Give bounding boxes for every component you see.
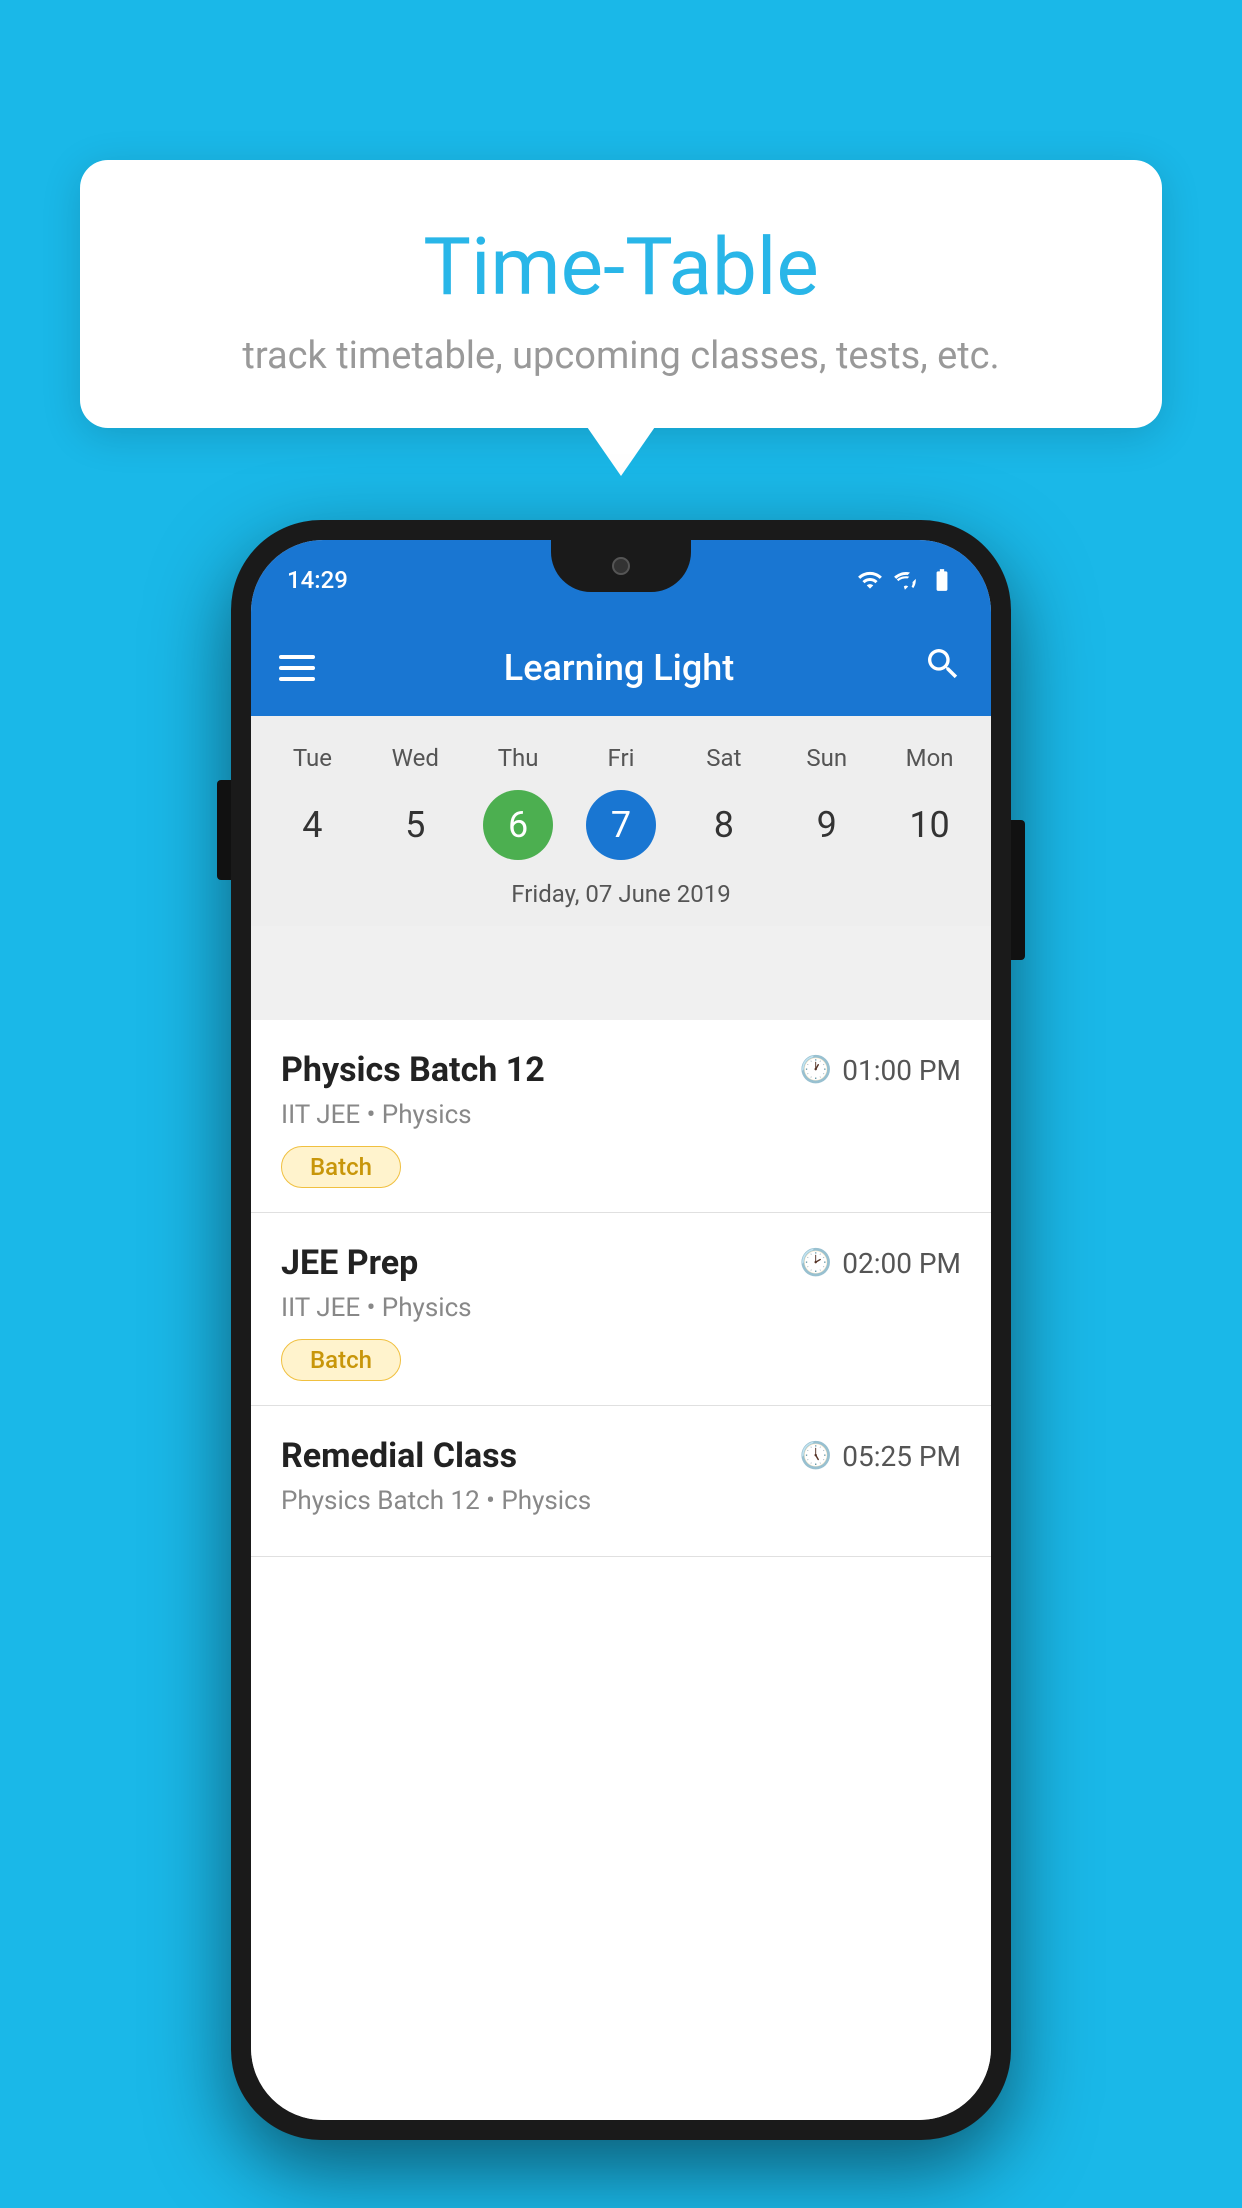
- day-numbers: 4 5 6 7 8 9 10: [261, 790, 981, 860]
- status-bar: 14:29: [251, 540, 991, 620]
- date-4[interactable]: 4: [277, 790, 347, 860]
- app-title: Learning Light: [339, 647, 899, 689]
- date-10[interactable]: 10: [895, 790, 965, 860]
- item-3-title: Remedial Class: [281, 1436, 517, 1476]
- status-icons: [857, 567, 955, 593]
- tooltip-subtitle: track timetable, upcoming classes, tests…: [140, 334, 1102, 378]
- search-button[interactable]: [923, 644, 963, 693]
- item-1-subtitle: IIT JEE • Physics: [281, 1100, 961, 1130]
- item-3-subtitle: Physics Batch 12 • Physics: [281, 1486, 961, 1516]
- day-thu: Thu: [467, 736, 570, 780]
- signal-icon: [893, 567, 919, 593]
- menu-button[interactable]: [279, 655, 315, 681]
- item-2-subtitle: IIT JEE • Physics: [281, 1293, 961, 1323]
- camera: [612, 557, 630, 575]
- schedule-item-1[interactable]: Physics Batch 12 🕐 01:00 PM IIT JEE • Ph…: [251, 1020, 991, 1213]
- clock-icon-2: 🕑: [800, 1248, 832, 1278]
- battery-icon: [929, 567, 955, 593]
- item-1-header: Physics Batch 12 🕐 01:00 PM: [281, 1050, 961, 1090]
- item-3-time: 🕔 05:25 PM: [800, 1440, 961, 1473]
- phone-outer: 14:29 Learning Light: [231, 520, 1011, 2140]
- day-sat: Sat: [672, 736, 775, 780]
- date-9[interactable]: 9: [792, 790, 862, 860]
- schedule-list: Physics Batch 12 🕐 01:00 PM IIT JEE • Ph…: [251, 1020, 991, 2120]
- item-1-badge: Batch: [281, 1146, 401, 1188]
- item-3-header: Remedial Class 🕔 05:25 PM: [281, 1436, 961, 1476]
- item-1-time: 🕐 01:00 PM: [800, 1054, 961, 1087]
- app-bar: Learning Light: [251, 620, 991, 716]
- day-wed: Wed: [364, 736, 467, 780]
- day-fri: Fri: [570, 736, 673, 780]
- item-2-badge: Batch: [281, 1339, 401, 1381]
- day-sun: Sun: [775, 736, 878, 780]
- day-mon: Mon: [878, 736, 981, 780]
- date-5[interactable]: 5: [380, 790, 450, 860]
- phone-screen: 14:29 Learning Light: [251, 540, 991, 2120]
- phone-mockup: 14:29 Learning Light: [231, 520, 1011, 2140]
- date-7-selected[interactable]: 7: [586, 790, 656, 860]
- wifi-icon: [857, 567, 883, 593]
- item-1-title: Physics Batch 12: [281, 1050, 545, 1090]
- tooltip-title: Time-Table: [140, 220, 1102, 314]
- clock-icon-1: 🕐: [800, 1055, 832, 1085]
- tooltip-card: Time-Table track timetable, upcoming cla…: [80, 160, 1162, 428]
- calendar: Tue Wed Thu Fri Sat Sun Mon 4 5 6 7 8 9 …: [251, 716, 991, 926]
- selected-date: Friday, 07 June 2019: [261, 870, 981, 926]
- notch: [551, 540, 691, 592]
- item-1-time-text: 01:00 PM: [842, 1054, 961, 1087]
- item-2-header: JEE Prep 🕑 02:00 PM: [281, 1243, 961, 1283]
- date-8[interactable]: 8: [689, 790, 759, 860]
- day-tue: Tue: [261, 736, 364, 780]
- date-6-today[interactable]: 6: [483, 790, 553, 860]
- item-3-time-text: 05:25 PM: [842, 1440, 961, 1473]
- day-headers: Tue Wed Thu Fri Sat Sun Mon: [261, 736, 981, 780]
- status-time: 14:29: [287, 566, 348, 594]
- item-2-title: JEE Prep: [281, 1243, 418, 1283]
- item-2-time: 🕑 02:00 PM: [800, 1247, 961, 1280]
- schedule-item-2[interactable]: JEE Prep 🕑 02:00 PM IIT JEE • Physics Ba…: [251, 1213, 991, 1406]
- clock-icon-3: 🕔: [800, 1441, 832, 1471]
- item-2-time-text: 02:00 PM: [842, 1247, 961, 1280]
- schedule-item-3[interactable]: Remedial Class 🕔 05:25 PM Physics Batch …: [251, 1406, 991, 1557]
